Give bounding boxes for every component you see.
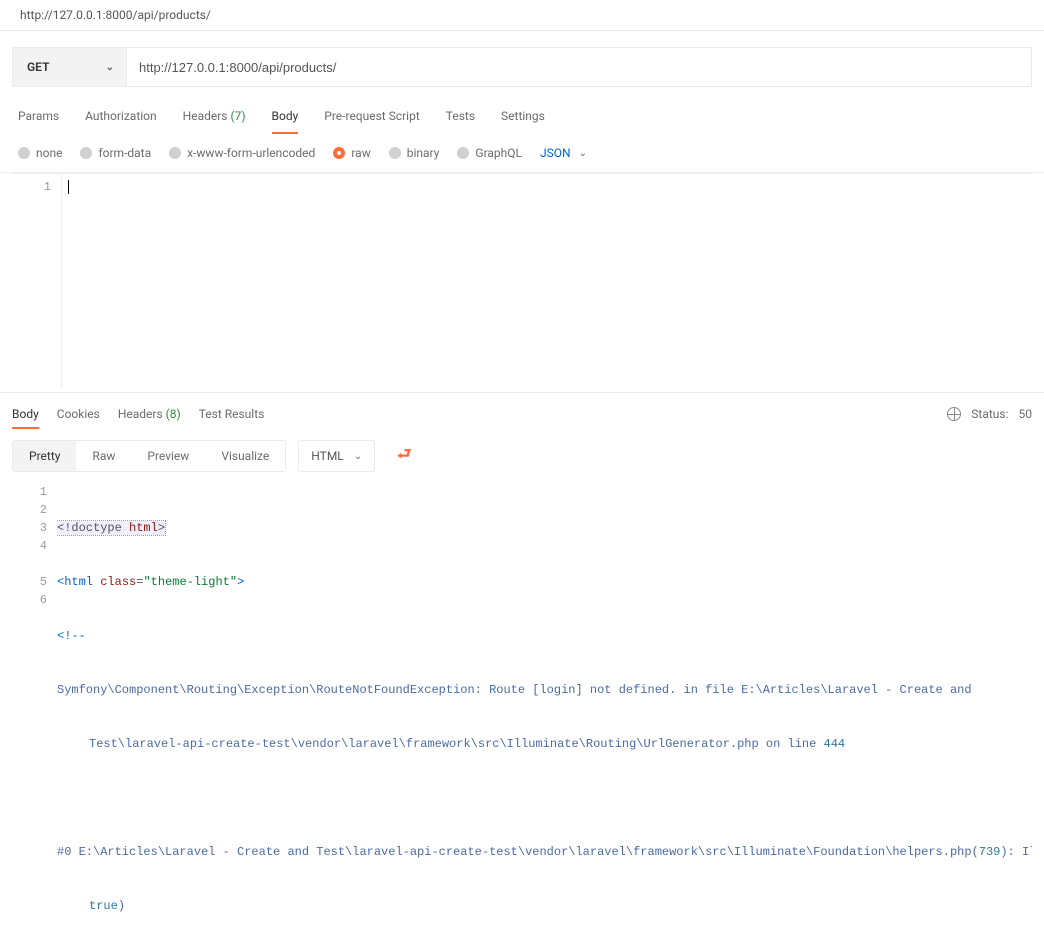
response-meta: Status: 50: [947, 407, 1032, 421]
body-type-row: none form-data x-www-form-urlencoded raw…: [0, 134, 1044, 173]
tok: <!--: [57, 629, 86, 643]
response-code: <!doctype html> <html class="theme-light…: [57, 483, 1032, 951]
tab-tests[interactable]: Tests: [446, 103, 475, 133]
line-number: 6: [12, 591, 47, 609]
line-number: 5: [12, 573, 47, 591]
radio-dot-icon: [80, 147, 92, 159]
resp-tab-body[interactable]: Body: [12, 399, 39, 429]
tok: #0 E:\Articles\Laravel - Create and Test…: [57, 845, 979, 859]
tok: ): [118, 899, 125, 913]
url-input[interactable]: [127, 47, 1032, 87]
tab-headers-label: Headers: [183, 109, 228, 123]
tab-prerequest[interactable]: Pre-request Script: [324, 103, 419, 133]
chevron-down-icon: ⌄: [579, 148, 587, 159]
radio-dot-icon: [18, 147, 30, 159]
request-body-editor[interactable]: 1: [12, 173, 1032, 388]
tok: "theme-light": [143, 575, 237, 589]
view-preview-button[interactable]: Preview: [131, 441, 205, 471]
tab-headers[interactable]: Headers (7): [183, 103, 246, 133]
radio-binary-label: binary: [407, 146, 440, 160]
radio-dot-icon: [169, 147, 181, 159]
status-label: Status:: [971, 407, 1008, 421]
request-tab-title: http://127.0.0.1:8000/api/products/: [0, 0, 1044, 31]
tok: class: [93, 575, 136, 589]
tab-authorization[interactable]: Authorization: [85, 103, 157, 133]
line-number: 2: [12, 501, 47, 519]
http-method-label: GET: [27, 60, 49, 74]
tok: 739: [979, 845, 1001, 859]
body-format-label: JSON: [540, 146, 571, 160]
radio-binary[interactable]: binary: [389, 146, 440, 160]
response-toolbar: Pretty Raw Preview Visualize HTML ⌄ ⮐: [0, 429, 1044, 483]
editor-gutter: 1: [12, 174, 62, 388]
editor-code-area[interactable]: [62, 174, 1032, 388]
tok: <!doctype: [57, 521, 129, 535]
line-number: 1: [12, 180, 51, 194]
radio-raw[interactable]: raw: [333, 146, 370, 160]
radio-form-data[interactable]: form-data: [80, 146, 151, 160]
response-gutter: 1 2 3 4 5 6: [12, 483, 57, 951]
radio-graphql[interactable]: GraphQL: [457, 146, 522, 160]
tok: Test\laravel-api-create-test\vendor\lara…: [89, 737, 824, 751]
tok: Symfony\Component\Routing\Exception\Rout…: [57, 683, 972, 697]
tab-headers-count: (7): [230, 109, 245, 123]
resp-tab-headers-label: Headers: [118, 407, 163, 421]
tok: true: [89, 899, 118, 913]
view-visualize-button[interactable]: Visualize: [205, 441, 285, 471]
line-number: 4: [12, 537, 47, 555]
response-tabs-row: Body Cookies Headers (8) Test Results St…: [0, 393, 1044, 429]
request-row: GET ⌄: [12, 47, 1032, 87]
tok: 444: [824, 737, 846, 751]
view-raw-button[interactable]: Raw: [76, 441, 131, 471]
resp-tab-cookies[interactable]: Cookies: [57, 399, 100, 429]
line-number: [12, 555, 47, 573]
radio-dot-icon: [333, 147, 345, 159]
radio-dot-icon: [389, 147, 401, 159]
radio-none-label: none: [36, 146, 62, 160]
radio-none[interactable]: none: [18, 146, 62, 160]
tok: ): Il: [1000, 845, 1032, 859]
status-value: 50: [1019, 407, 1033, 421]
radio-dot-icon: [457, 147, 469, 159]
body-format-select[interactable]: JSON ⌄: [540, 146, 587, 160]
tok: >: [237, 575, 244, 589]
tab-params[interactable]: Params: [18, 103, 59, 133]
tok: html: [129, 521, 158, 535]
radio-xwww-label: x-www-form-urlencoded: [187, 146, 315, 160]
tab-settings[interactable]: Settings: [501, 103, 545, 133]
wrap-icon: ⮐: [397, 443, 411, 470]
radio-form-data-label: form-data: [98, 146, 151, 160]
tab-body[interactable]: Body: [272, 103, 299, 133]
chevron-down-icon: ⌄: [106, 62, 114, 73]
line-number: 1: [12, 483, 47, 501]
request-subtabs: Params Authorization Headers (7) Body Pr…: [0, 103, 1044, 134]
view-pretty-button[interactable]: Pretty: [13, 441, 76, 471]
view-mode-segment: Pretty Raw Preview Visualize: [12, 440, 286, 472]
resp-tab-test-results[interactable]: Test Results: [199, 399, 265, 429]
chevron-down-icon: ⌄: [354, 451, 362, 462]
radio-xwww[interactable]: x-www-form-urlencoded: [169, 146, 315, 160]
line-number: [12, 609, 47, 627]
response-body-viewer[interactable]: 1 2 3 4 5 6 <!doctype html> <html class=…: [0, 483, 1044, 951]
radio-raw-label: raw: [351, 146, 370, 160]
resp-tab-headers[interactable]: Headers (8): [118, 399, 181, 429]
text-cursor-icon: [68, 180, 69, 194]
http-method-select[interactable]: GET ⌄: [12, 47, 127, 87]
tok: <html: [57, 575, 93, 589]
response-format-label: HTML: [311, 449, 344, 463]
radio-graphql-label: GraphQL: [475, 146, 522, 160]
response-format-select[interactable]: HTML ⌄: [298, 440, 375, 472]
line-number: 3: [12, 519, 47, 537]
wrap-lines-button[interactable]: ⮐: [387, 439, 421, 473]
globe-icon[interactable]: [947, 407, 961, 421]
resp-tab-headers-count: (8): [166, 407, 181, 421]
tok: >: [158, 521, 165, 535]
